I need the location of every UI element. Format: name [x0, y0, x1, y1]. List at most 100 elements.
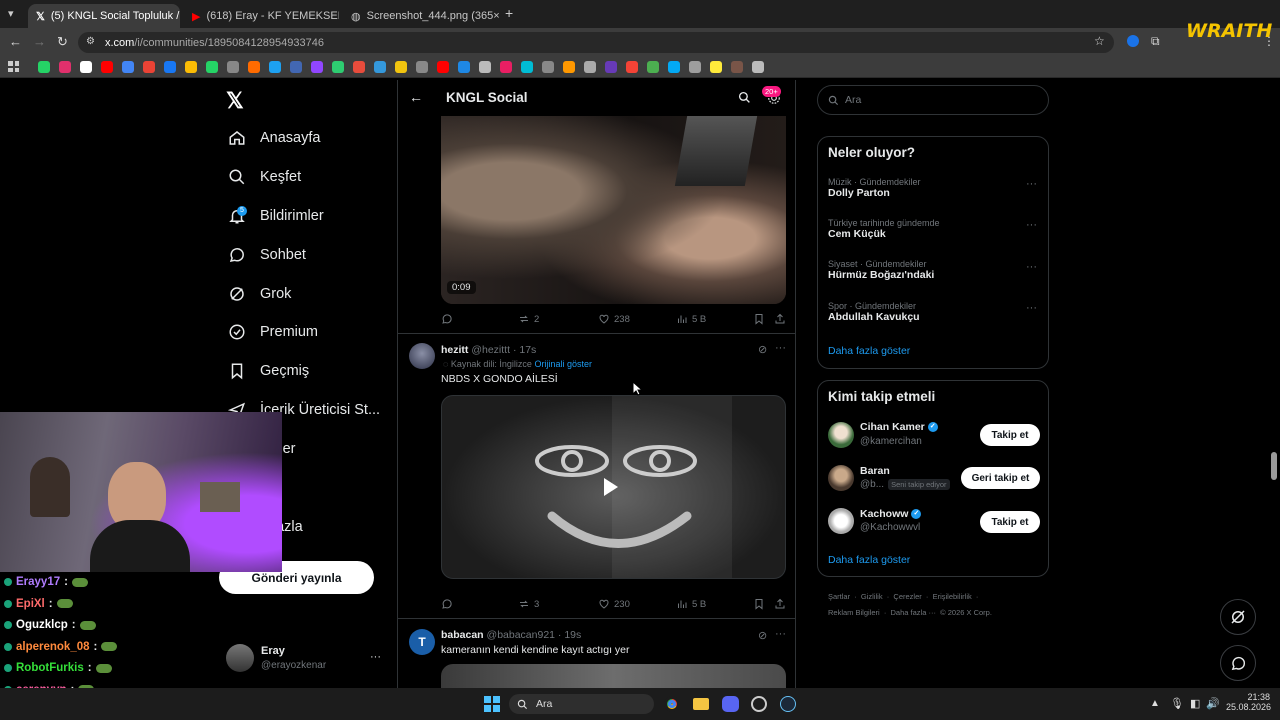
more-icon[interactable]: ··· — [775, 342, 786, 354]
bookmark-favicon-icon[interactable] — [395, 61, 407, 73]
footer-links[interactable]: Şartlar · Gizlilik · Çerezler · Erişileb… — [828, 592, 978, 601]
scrollbar-thumb[interactable] — [1271, 452, 1277, 480]
avatar[interactable] — [226, 644, 254, 672]
tab-screenshot[interactable]: ◍ Screenshot_444.png (365×485) ✕ — [343, 4, 499, 28]
trend-item[interactable]: Siyaset · Gündemdekiler Hürmüz Boğazı'nd… — [828, 259, 934, 281]
user-name[interactable]: Baran — [860, 465, 890, 477]
search-icon[interactable] — [738, 91, 751, 104]
x-logo-icon[interactable]: 𝕏 — [226, 88, 244, 114]
user-name[interactable]: Cihan Kamer ✓ — [860, 421, 938, 433]
site-info-icon[interactable]: ⚙ — [86, 36, 95, 47]
bookmark-favicon-icon[interactable] — [374, 61, 386, 73]
bookmark-favicon-icon[interactable] — [416, 61, 428, 73]
avatar[interactable]: T — [409, 629, 435, 655]
bookmark-favicon-icon[interactable] — [38, 61, 50, 73]
follow-button[interactable]: Takip et — [980, 424, 1040, 446]
bookmark-favicon-icon[interactable] — [563, 61, 575, 73]
chat-username[interactable]: RobotFurkis — [16, 662, 84, 674]
trend-item[interactable]: Müzik · Gündemdekiler Dolly Parton — [828, 177, 921, 199]
account-more-icon[interactable]: ··· — [370, 651, 381, 663]
bookmark-favicon-icon[interactable] — [479, 61, 491, 73]
bookmark-favicon-icon[interactable] — [521, 61, 533, 73]
nav-premium[interactable]: Premium — [228, 320, 318, 344]
trend-more-icon[interactable]: ··· — [1026, 302, 1037, 314]
more-icon[interactable]: ··· — [775, 628, 786, 640]
chat-username[interactable]: Oguzklcp — [16, 619, 68, 631]
bookmark-favicon-icon[interactable] — [647, 61, 659, 73]
nav-history[interactable]: Geçmiş — [228, 359, 309, 383]
avatar[interactable] — [409, 343, 435, 369]
extensions-puzzle-icon[interactable]: ⧉ — [1151, 34, 1160, 49]
bookmark-favicon-icon[interactable] — [185, 61, 197, 73]
video-player[interactable]: 0:09 — [441, 116, 786, 304]
bookmark-favicon-icon[interactable] — [353, 61, 365, 73]
like-button[interactable]: 230 — [598, 598, 630, 610]
follow-button[interactable]: Takip et — [980, 511, 1040, 533]
bookmark-favicon-icon[interactable] — [80, 61, 92, 73]
reply-button[interactable] — [441, 598, 453, 610]
repost-button[interactable]: 2 — [518, 313, 539, 325]
bookmark-favicon-icon[interactable] — [626, 61, 638, 73]
bookmark-favicon-icon[interactable] — [227, 61, 239, 73]
bookmark-favicon-icon[interactable] — [689, 61, 701, 73]
user-name[interactable]: Kachoww ✓ — [860, 508, 922, 520]
bookmark-favicon-icon[interactable] — [332, 61, 344, 73]
bookmark-favicon-icon[interactable] — [542, 61, 554, 73]
bookmark-star-icon[interactable]: ☆ — [1094, 34, 1105, 48]
new-tab-button[interactable]: + — [505, 5, 513, 21]
back-arrow-icon[interactable]: ← — [409, 89, 423, 105]
volume-icon[interactable]: 🔊 — [1206, 697, 1220, 710]
bookmark-favicon-icon[interactable] — [101, 61, 113, 73]
share-button[interactable] — [774, 313, 786, 325]
bookmark-favicon-icon[interactable] — [668, 61, 680, 73]
bookmark-favicon-icon[interactable] — [206, 61, 218, 73]
back-icon[interactable]: ← — [9, 34, 22, 49]
grok-icon[interactable]: ⊘ — [758, 629, 767, 642]
app-icon[interactable] — [751, 696, 767, 712]
nav-chat[interactable]: Sohbet — [228, 243, 306, 267]
avatar[interactable] — [828, 465, 854, 491]
file-explorer-icon[interactable] — [693, 698, 709, 710]
bookmark-favicon-icon[interactable] — [311, 61, 323, 73]
author-name[interactable]: babacan — [441, 629, 484, 641]
chat-username[interactable]: EpiXl — [16, 598, 45, 610]
bookmark-favicon-icon[interactable] — [143, 61, 155, 73]
trend-more-icon[interactable]: ··· — [1026, 178, 1037, 190]
bookmark-favicon-icon[interactable] — [248, 61, 260, 73]
play-icon[interactable] — [604, 478, 618, 496]
bookmark-favicon-icon[interactable] — [122, 61, 134, 73]
follow-back-button[interactable]: Geri takip et — [961, 467, 1040, 489]
author-name[interactable]: hezitt — [441, 344, 468, 356]
show-more-link[interactable]: Daha fazla göster — [828, 345, 910, 357]
discord-icon[interactable] — [722, 696, 739, 712]
tab-search-icon[interactable]: ▾ — [8, 7, 14, 20]
chat-username[interactable]: Erayy17 — [16, 576, 60, 588]
bookmark-favicon-icon[interactable] — [269, 61, 281, 73]
reload-icon[interactable]: ↻ — [57, 34, 68, 50]
share-button[interactable] — [774, 598, 786, 610]
post-media[interactable] — [441, 664, 786, 688]
grok-icon[interactable]: ⊘ — [758, 343, 767, 356]
steam-icon[interactable] — [780, 696, 796, 712]
apps-grid-icon[interactable] — [8, 61, 19, 72]
bookmark-favicon-icon[interactable] — [59, 61, 71, 73]
bookmark-favicon-icon[interactable] — [164, 61, 176, 73]
bookmark-favicon-icon[interactable] — [731, 61, 743, 73]
bookmark-favicon-icon[interactable] — [710, 61, 722, 73]
trend-item[interactable]: Türkiye tarihinde gündemde Cem Küçük — [828, 218, 940, 240]
bookmark-favicon-icon[interactable] — [584, 61, 596, 73]
chat-username[interactable]: alperenok_08 — [16, 641, 90, 653]
forward-icon[interactable]: → — [33, 34, 46, 49]
grok-float-button[interactable] — [1220, 599, 1256, 635]
reply-button[interactable] — [441, 313, 453, 325]
tab-kngl-social[interactable]: 𝕏 (5) KNGL Social Topluluk / X ✕ — [28, 4, 180, 28]
bookmark-favicon-icon[interactable] — [752, 61, 764, 73]
footer-links[interactable]: Reklam Bilgileri · Daha fazla ··· © 2026… — [828, 608, 992, 617]
microphone-icon[interactable]: 🎙 — [1170, 697, 1184, 710]
chrome-app-icon[interactable] — [664, 696, 680, 712]
nav-home[interactable]: Anasayfa — [228, 126, 320, 150]
bookmark-button[interactable] — [753, 313, 765, 325]
extension-icon[interactable] — [1127, 35, 1139, 47]
bookmark-favicon-icon[interactable] — [605, 61, 617, 73]
show-original-link[interactable]: Orijinali göster — [534, 359, 592, 369]
